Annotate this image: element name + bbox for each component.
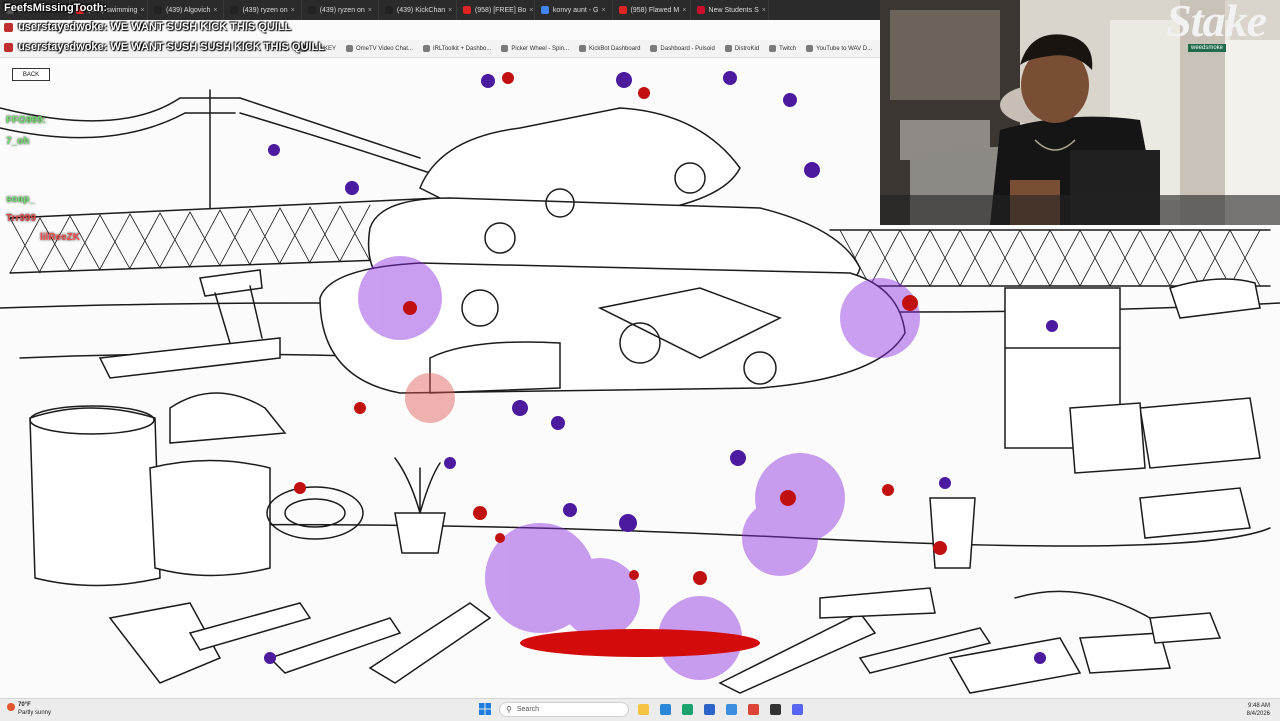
bookmark-favicon-icon xyxy=(579,45,587,52)
tab-close-icon[interactable]: × xyxy=(288,7,295,14)
tab-close-icon[interactable]: × xyxy=(759,7,766,14)
bookmark-item[interactable]: YouTube to WAV D... xyxy=(806,45,872,52)
file-explorer-icon[interactable] xyxy=(638,704,649,715)
tab-title: konvy aunt - G xyxy=(552,6,599,14)
chrome-icon[interactable] xyxy=(748,704,759,715)
chat-line: userstayedwoke: WE WANT SUSH KICK THIS Q… xyxy=(4,21,291,33)
edge-icon[interactable] xyxy=(682,704,693,715)
stake-logo: Stake xyxy=(1166,0,1267,46)
bookmark-favicon-icon xyxy=(769,45,777,52)
sponsor-tag: weedsmoke xyxy=(1188,44,1227,52)
chat-badge-icon xyxy=(4,42,13,52)
tab-title: (439) Algovich xyxy=(166,6,211,14)
chat-faded-user: FFG999: xyxy=(6,115,47,126)
bookmark-favicon-icon xyxy=(501,45,509,52)
clock-time: 9:48 AM xyxy=(1247,703,1270,709)
mail-icon[interactable] xyxy=(726,704,737,715)
tab-favicon-icon xyxy=(462,6,471,14)
browser-icon[interactable] xyxy=(660,704,671,715)
browser-tab[interactable]: (958) Flawed M × xyxy=(613,0,691,20)
bookmark-label: Picker Wheel - Spin... xyxy=(511,45,570,52)
bookmark-label: KickBot Dashboard xyxy=(589,45,641,52)
bookmark-label: YouTube to WAV D... xyxy=(816,45,873,52)
tab-close-icon[interactable]: × xyxy=(210,7,217,14)
bookmark-label: Dashboard - Pulsoid xyxy=(660,45,715,52)
browser-tab[interactable]: (439) ryzen on × xyxy=(302,0,379,20)
tab-favicon-icon xyxy=(230,6,239,14)
bookmark-label: Twitch xyxy=(779,45,797,52)
weather-icon xyxy=(7,703,15,711)
bookmark-favicon-icon xyxy=(422,45,430,52)
bookmark-label: OmeTV Video Chat... xyxy=(356,45,413,52)
tab-favicon-icon xyxy=(384,6,393,14)
chat-badge-icon xyxy=(4,22,13,32)
bookmark-label: DistroKid xyxy=(734,45,760,52)
tab-favicon-icon xyxy=(696,6,705,14)
tab-title: New Students S xyxy=(708,6,759,14)
tab-close-icon[interactable]: × xyxy=(365,7,372,14)
chat-faded-user: Trr999 xyxy=(6,213,37,224)
bookmark-item[interactable]: Picker Wheel - Spin... xyxy=(501,45,569,52)
chat-message: WE WANT SUSH SUSH KICK THIS QUILL xyxy=(110,41,325,53)
chat-username: FeefsMissingTooth: xyxy=(4,2,108,14)
bookmark-favicon-icon xyxy=(346,45,354,52)
search-icon: ⚲ xyxy=(506,705,512,714)
tab-title: (958) Flawed M xyxy=(630,6,680,14)
bookmark-item[interactable]: OmeTV Video Chat... xyxy=(346,45,413,52)
browser-tab[interactable]: (958) [FREE] Bo × xyxy=(457,0,535,20)
tab-title: (439) ryzen on xyxy=(319,6,365,14)
tab-close-icon[interactable]: × xyxy=(526,7,533,14)
chat-username: userstayedwoke: xyxy=(18,41,108,53)
bookmark-item[interactable]: IRLToolkit + Dashbo... xyxy=(422,45,492,52)
chat-line: userstayedwoke: WE WANT SUSH SUSH KICK T… xyxy=(4,41,325,53)
clock-date: 8/4/2026 xyxy=(1246,711,1270,717)
chat-username: userstayedwoke: xyxy=(18,21,108,33)
tab-favicon-icon xyxy=(618,6,627,14)
search-placeholder: Search xyxy=(516,706,540,713)
webcam-feed: Stake weedsmoke xyxy=(880,0,1280,225)
bookmark-favicon-icon xyxy=(724,45,732,52)
store-icon[interactable] xyxy=(704,704,715,715)
discord-icon[interactable] xyxy=(792,704,803,715)
chat-faded-user: 7_oh xyxy=(6,136,30,147)
weather-desc: Partly sunny xyxy=(18,710,52,716)
bookmark-item[interactable]: DistroKid xyxy=(724,45,760,52)
bookmark-item[interactable]: KickBot Dashboard xyxy=(579,45,640,52)
bookmark-label: IRLToolkit + Dashbo... xyxy=(432,45,492,52)
browser-tab[interactable]: (439) ryzen on × xyxy=(224,0,302,20)
tab-favicon-icon xyxy=(307,6,316,14)
browser-tab-strip: on X × (958) swimming × (439) Algovich × (439)… xyxy=(0,0,880,20)
tab-close-icon[interactable]: × xyxy=(679,7,686,14)
windows-taskbar: 70°F Partly sunny ⚲ Search 9:48 AM 8/4/2… xyxy=(0,698,1280,721)
tab-close-icon[interactable]: × xyxy=(445,7,452,14)
tab-close-icon[interactable]: × xyxy=(137,7,144,14)
browser-tab[interactable]: konvy aunt - G × xyxy=(535,0,613,20)
tab-close-icon[interactable]: × xyxy=(598,7,605,14)
bookmark-favicon-icon xyxy=(650,45,658,52)
windows-start-icon[interactable] xyxy=(479,703,491,715)
bookmark-favicon-icon xyxy=(806,45,814,52)
chat-message: WE WANT SUSH KICK THIS QUILL xyxy=(110,21,292,33)
tab-title: (439) KickChan xyxy=(396,6,446,14)
chat-line: FeefsMissingTooth: xyxy=(4,2,107,14)
tab-title: (958) [FREE] Bo xyxy=(474,6,527,14)
browser-tab[interactable]: (439) Algovich × xyxy=(148,0,225,20)
tab-favicon-icon xyxy=(154,6,162,14)
bookmark-item[interactable]: Twitch xyxy=(769,45,796,52)
back-button[interactable]: BACK xyxy=(12,68,50,81)
tab-favicon-icon xyxy=(540,6,549,14)
weather-widget[interactable]: 70°F Partly sunny xyxy=(7,701,52,717)
chat-faded-user: lilReeZK xyxy=(40,232,81,243)
system-clock[interactable]: 9:48 AM 8/4/2026 xyxy=(1247,702,1270,718)
taskbar-search[interactable]: ⚲ Search xyxy=(499,702,629,717)
obs-icon[interactable] xyxy=(770,704,781,715)
bookmark-item[interactable]: Dashboard - Pulsoid xyxy=(650,45,715,52)
tab-title: (439) ryzen on xyxy=(242,6,288,14)
browser-tab[interactable]: (439) KickChan × xyxy=(379,0,457,20)
browser-tab[interactable]: New Students S × xyxy=(691,0,769,20)
chat-faded-user: soap_ xyxy=(6,194,35,205)
